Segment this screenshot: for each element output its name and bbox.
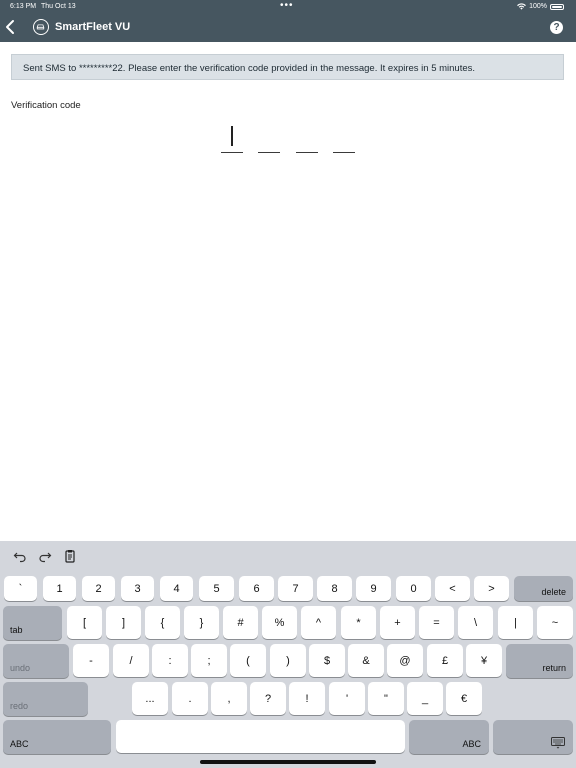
battery-icon [550,3,564,10]
multitasking-dots-icon[interactable]: ••• [280,0,294,11]
key-right-brace[interactable]: } [184,606,219,639]
text-cursor [231,126,233,146]
home-indicator [200,760,376,764]
status-time: 6:13 PM [10,3,37,10]
undo-icon[interactable] [13,549,27,563]
key-ellipsis[interactable]: ... [132,682,168,715]
redo-key[interactable]: redo [3,682,88,716]
key-underscore[interactable]: _ [407,682,443,715]
abc-key-left[interactable]: ABC [3,720,111,754]
key-question[interactable]: ? [250,682,286,715]
back-button[interactable] [4,19,18,35]
key-2[interactable]: 2 [82,576,115,601]
code-digit-1[interactable] [221,152,243,153]
space-key[interactable] [116,720,405,753]
key-backslash[interactable]: \ [458,606,493,639]
redo-icon[interactable] [38,549,52,563]
key-4[interactable]: 4 [160,576,193,601]
key-quote[interactable]: " [368,682,404,715]
keyboard-dismiss-key[interactable] [493,720,573,754]
app-title: SmartFleet VU [55,21,131,33]
key-8[interactable]: 8 [317,576,352,601]
key-left-bracket[interactable]: [ [67,606,102,639]
key-caret[interactable]: ^ [301,606,336,639]
tab-key[interactable]: tab [3,606,62,640]
key-3[interactable]: 3 [121,576,154,601]
key-pound[interactable]: £ [427,644,463,677]
code-digit-4[interactable] [333,152,355,153]
wifi-icon [517,3,526,10]
sms-info-banner: Sent SMS to *********22. Please enter th… [11,54,564,80]
key-colon[interactable]: : [152,644,188,677]
key-dollar[interactable]: $ [309,644,345,677]
key-backtick[interactable]: ` [4,576,37,601]
key-9[interactable]: 9 [356,576,391,601]
key-greater-than[interactable]: > [474,576,509,601]
code-digit-2[interactable] [258,152,280,153]
return-key[interactable]: return [506,644,573,678]
keyboard: ` 1 2 3 4 5 6 7 8 9 0 < > delete tab [ ]… [0,541,576,768]
key-at[interactable]: @ [387,644,423,677]
key-ampersand[interactable]: & [348,644,384,677]
key-semicolon[interactable]: ; [191,644,227,677]
key-asterisk[interactable]: * [341,606,376,639]
key-percent[interactable]: % [262,606,297,639]
delete-key[interactable]: delete [514,576,573,601]
help-button[interactable]: ? [550,21,563,34]
key-plus[interactable]: + [380,606,415,639]
key-euro[interactable]: € [446,682,482,715]
status-date: Thu Oct 13 [41,3,76,10]
key-pipe[interactable]: | [498,606,533,639]
code-digit-3[interactable] [296,152,318,153]
key-1[interactable]: 1 [43,576,76,601]
key-hash[interactable]: # [223,606,258,639]
key-hyphen[interactable]: - [73,644,109,677]
battery-percent: 100% [529,3,547,10]
key-left-paren[interactable]: ( [230,644,266,677]
top-bar: 6:13 PM Thu Oct 13 ••• 100% SmartFleet V… [0,0,576,42]
status-right: 100% [517,3,564,10]
sms-info-text: Sent SMS to *********22. Please enter th… [23,63,476,74]
key-equals[interactable]: = [419,606,454,639]
key-period[interactable]: . [172,682,208,715]
abc-key-right[interactable]: ABC [409,720,489,754]
key-comma[interactable]: , [211,682,247,715]
key-7[interactable]: 7 [278,576,313,601]
key-exclamation[interactable]: ! [289,682,325,715]
key-apostrophe[interactable]: ' [329,682,365,715]
key-slash[interactable]: / [113,644,149,677]
key-less-than[interactable]: < [435,576,470,601]
key-right-paren[interactable]: ) [270,644,306,677]
keyboard-dismiss-icon [551,737,565,749]
key-left-brace[interactable]: { [145,606,180,639]
key-0[interactable]: 0 [396,576,431,601]
undo-key[interactable]: undo [3,644,69,678]
key-tilde[interactable]: ~ [537,606,573,639]
paste-icon[interactable] [63,549,77,563]
key-yen[interactable]: ¥ [466,644,502,677]
key-6[interactable]: 6 [239,576,274,601]
app-logo-icon [33,19,49,35]
key-right-bracket[interactable]: ] [106,606,141,639]
verification-code-label: Verification code [11,100,81,111]
key-5[interactable]: 5 [199,576,234,601]
